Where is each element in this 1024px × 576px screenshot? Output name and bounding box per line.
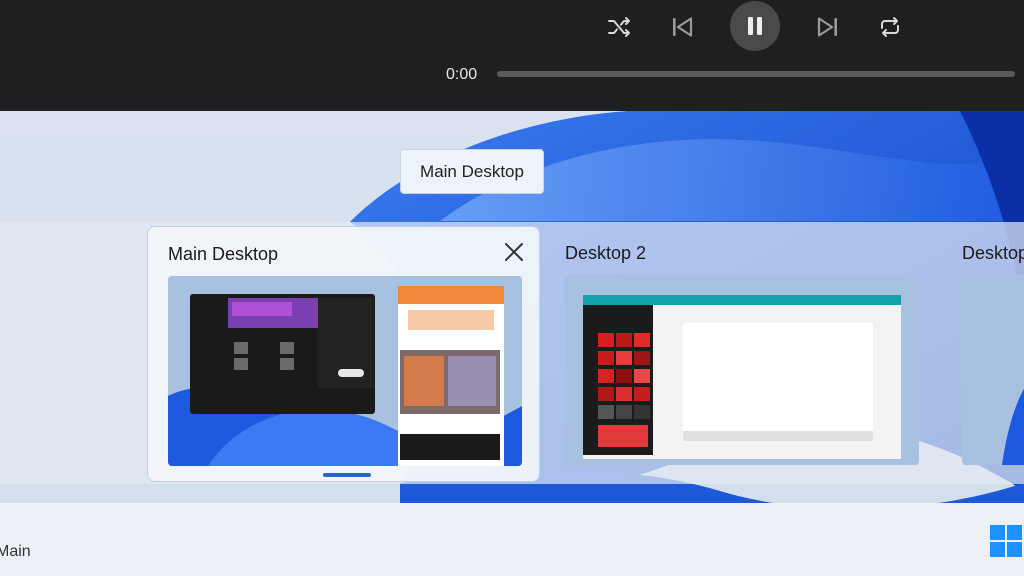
taskbar-desktop-label: Main: [0, 543, 31, 560]
pause-button[interactable]: [730, 1, 780, 51]
shuffle-icon: [608, 17, 630, 37]
active-desktop-indicator: [323, 473, 371, 477]
shuffle-button[interactable]: [604, 11, 636, 43]
desktop-3-preview-image: [962, 275, 1024, 465]
media-player-bar: 0:00: [0, 0, 1024, 111]
pause-icon: [748, 17, 762, 35]
taskbar: Main: [0, 503, 1024, 576]
repeat-button[interactable]: [874, 11, 906, 43]
desktop-card-title: Desktop 2: [565, 243, 647, 263]
close-icon: [505, 243, 523, 261]
desktop-card-main[interactable]: Main Desktop: [147, 226, 540, 482]
desktop-thumbnail: [962, 275, 1024, 465]
desktop-card-title: Desktop 3: [962, 243, 1024, 263]
desktop-card-3[interactable]: Desktop 3: [942, 226, 1024, 482]
close-desktop-button[interactable]: [503, 241, 525, 263]
windows-logo-icon: [990, 525, 1022, 557]
desktop-2-preview-image: [565, 275, 919, 465]
elapsed-time: 0:00: [446, 66, 478, 83]
next-button[interactable]: [812, 11, 844, 43]
desktop-card-2[interactable]: Desktop 2: [545, 226, 937, 482]
main-desktop-preview-image: [168, 276, 522, 466]
seek-bar[interactable]: [497, 71, 1015, 77]
repeat-icon: [881, 17, 899, 37]
desktop-thumbnail: [565, 275, 919, 465]
desktop-name-tooltip: Main Desktop: [400, 149, 544, 194]
previous-button[interactable]: [666, 11, 698, 43]
next-icon: [817, 17, 837, 37]
previous-icon: [673, 17, 693, 37]
start-button[interactable]: [988, 523, 1024, 559]
desktop-card-title: Main Desktop: [168, 244, 279, 264]
desktop-thumbnail: [168, 276, 522, 466]
